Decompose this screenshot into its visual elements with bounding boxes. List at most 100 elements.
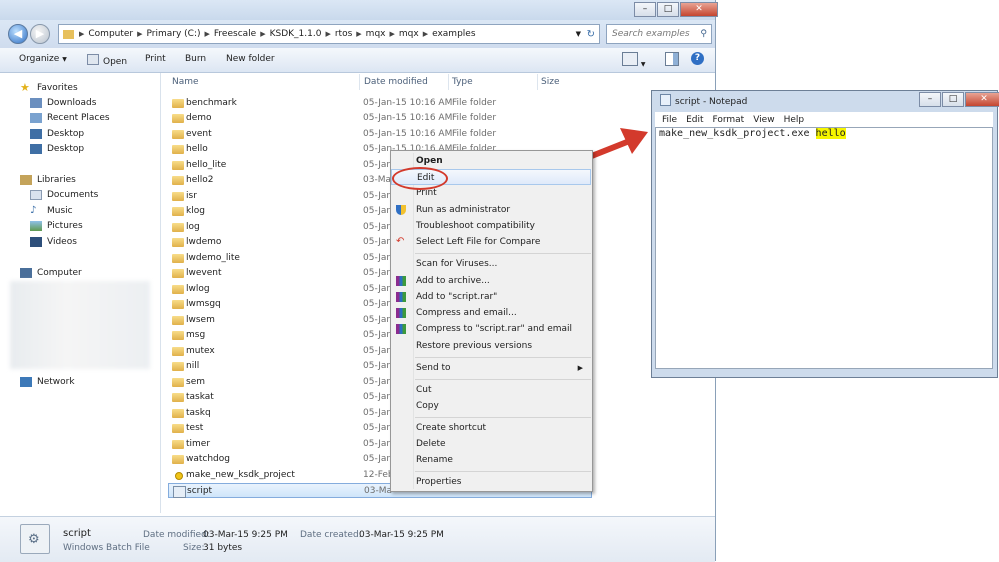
folder-icon [172,207,184,216]
menu-label: Delete [416,439,446,449]
file-row[interactable]: benchmark 05-Jan-15 10:16 AM File folder [168,96,592,111]
breadcrumb-item[interactable]: KSDK_1.1.0 [270,29,322,39]
burn-button[interactable]: Burn [185,54,206,64]
forward-button[interactable]: ▶ [30,24,50,44]
close-button[interactable]: ✕ [965,92,999,107]
status-date-created: 03-Mar-15 9:25 PM [359,530,444,540]
folder-icon [172,145,184,154]
file-date: 05-Jan [363,191,393,201]
breadcrumb-item[interactable]: mqx [366,29,386,39]
minimize-button[interactable]: – [919,92,941,107]
breadcrumb-item[interactable]: Primary (C:) [147,29,201,39]
address-dropdown-icon[interactable]: ▼ [576,30,581,38]
open-label: Open [103,57,128,67]
menu-item-cut[interactable]: Cut [391,382,591,398]
column-header-date[interactable]: Date modified [364,77,428,87]
breadcrumb-item[interactable]: Freescale [214,29,256,39]
column-header-size[interactable]: Size [541,77,559,87]
menu-edit[interactable]: Edit [686,115,703,125]
menu-help[interactable]: Help [784,115,805,125]
menu-item-rename[interactable]: Rename [391,452,591,468]
address-bar[interactable]: ▶ Computer ▶ Primary (C:) ▶ Freescale ▶ … [58,24,600,44]
breadcrumb-item[interactable]: examples [432,29,475,39]
breadcrumb-item[interactable]: mqx [399,29,419,39]
menu-item-add-script-rar[interactable]: Add to "script.rar" [391,289,591,305]
folder-icon [172,192,184,201]
nav-recent-places[interactable]: Recent Places [30,111,110,125]
nav-label: Music [47,206,73,216]
menu-item-create-shortcut[interactable]: Create shortcut [391,420,591,436]
file-date: 05-Jan [363,206,393,216]
file-name: hello2 [186,175,214,185]
menu-label: Troubleshoot compatibility [416,221,535,231]
desktop-icon [30,128,42,139]
column-header-type[interactable]: Type [452,77,473,87]
menu-item-delete[interactable]: Delete [391,436,591,452]
column-divider [537,74,538,90]
nav-favorites[interactable]: ★ Favorites [20,81,78,95]
nav-pictures[interactable]: Pictures [30,219,83,233]
file-name: lwevent [186,268,222,278]
nav-downloads[interactable]: Downloads [30,96,96,110]
organize-button[interactable]: Organize ▼ [19,54,67,64]
menu-item-copy[interactable]: Copy [391,398,591,414]
menu-format[interactable]: Format [713,115,745,125]
refresh-icon[interactable]: ↻ [587,29,595,40]
menu-item-scan-viruses[interactable]: Scan for Viruses... [391,256,591,272]
nav-computer[interactable]: Computer [20,266,82,280]
menu-item-properties[interactable]: Properties [391,474,591,490]
nav-label: Documents [47,190,99,200]
column-header-name[interactable]: Name [172,77,199,87]
nav-libraries[interactable]: Libraries [20,173,76,187]
file-name: taskq [186,408,211,418]
menu-item-send-to[interactable]: Send to ▶ [391,360,591,376]
folder-icon [172,331,184,340]
menu-file[interactable]: File [662,115,677,125]
print-button[interactable]: Print [145,54,166,64]
file-date: 03-Ma [364,486,392,496]
nav-network[interactable]: Network [20,375,75,389]
menu-label: Cut [416,385,432,395]
nav-label: Network [37,377,75,387]
file-name: timer [186,439,211,449]
batch-file-icon: ⚙ [20,524,50,554]
search-input[interactable]: Search examples ⚲ [606,24,712,44]
menu-label: Compress and email... [416,308,517,318]
menu-item-add-archive[interactable]: Add to archive... [391,273,591,289]
maximize-button[interactable]: □ [657,2,679,17]
file-name: sem [186,377,205,387]
nav-videos[interactable]: Videos [30,235,77,249]
menu-item-select-left-compare[interactable]: ↶ Select Left File for Compare [391,234,591,250]
breadcrumb-chevron-icon: ▶ [325,30,331,38]
menu-view[interactable]: View [753,115,774,125]
file-date: 05-Jan [363,392,393,402]
breadcrumb-item[interactable]: Computer [88,29,133,39]
menu-item-restore-versions[interactable]: Restore previous versions [391,338,591,354]
maximize-button[interactable]: □ [942,92,964,107]
folder-icon [172,378,184,387]
view-options-icon[interactable]: ▼ [622,52,646,69]
open-button[interactable]: Open [87,54,127,67]
nav-desktop[interactable]: Desktop [30,142,84,156]
nav-documents[interactable]: Documents [30,188,98,202]
nav-desktop[interactable]: Desktop [30,127,84,141]
breadcrumb-item[interactable]: rtos [335,29,352,39]
menu-item-compress-email[interactable]: Compress and email... [391,305,591,321]
nav-music[interactable]: ♪ Music [30,204,73,218]
close-button[interactable]: ✕ [680,2,718,17]
file-date: 05-Jan [363,237,393,247]
help-icon[interactable]: ? [691,52,704,65]
status-file-type: Windows Batch File [63,543,150,553]
downloads-icon [30,97,42,108]
back-button[interactable]: ◀ [8,24,28,44]
new-folder-button[interactable]: New folder [226,54,275,64]
menu-item-run-as-admin[interactable]: Run as administrator [391,202,591,218]
search-icon[interactable]: ⚲ [700,25,707,43]
menu-item-troubleshoot[interactable]: Troubleshoot compatibility [391,218,591,234]
status-date-modified: 03-Mar-15 9:25 PM [203,530,288,540]
preview-pane-icon[interactable] [665,52,679,69]
notepad-text-area[interactable] [655,127,993,369]
minimize-button[interactable]: – [634,2,656,17]
menu-item-compress-script-email[interactable]: Compress to "script.rar" and email [391,321,591,337]
file-date: 05-Jan [363,330,393,340]
